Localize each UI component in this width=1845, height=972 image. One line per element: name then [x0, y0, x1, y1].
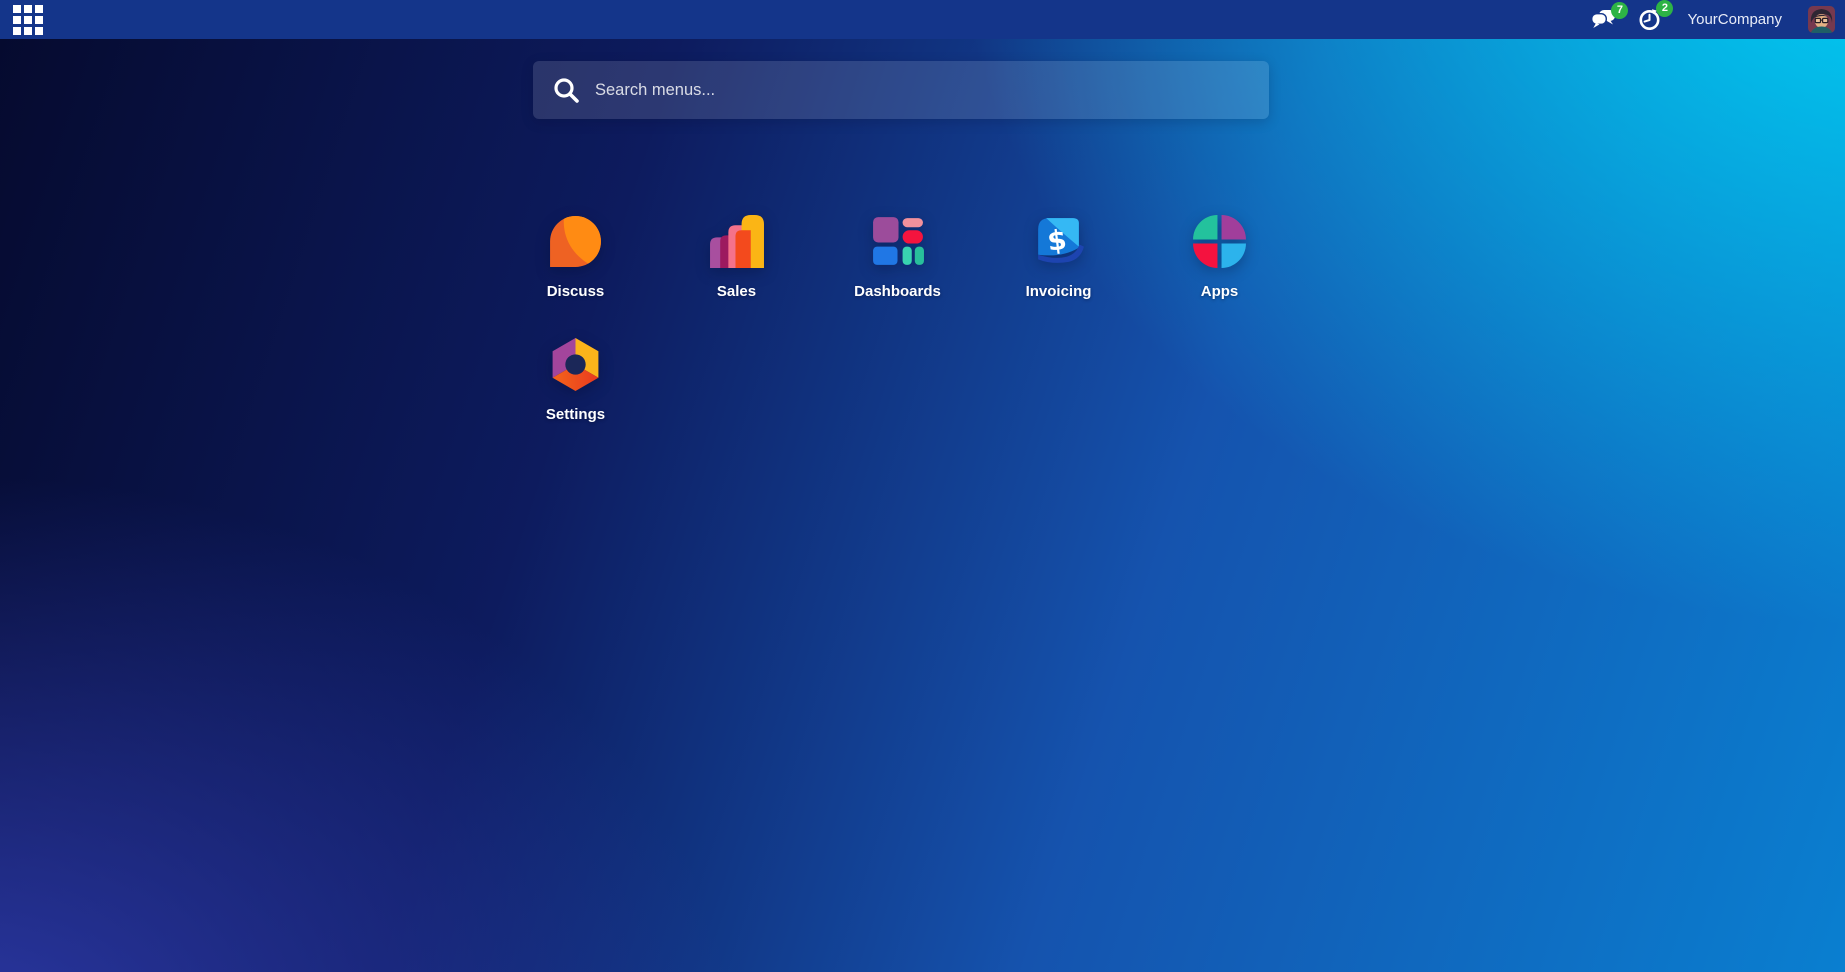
app-tile-invoicing[interactable]: $ Invoicing	[978, 213, 1139, 336]
apps-grid-icon	[13, 4, 43, 35]
search-menus-input[interactable]	[595, 80, 1249, 100]
settings-app-icon	[547, 336, 604, 393]
activities-count-badge: 2	[1656, 0, 1674, 17]
discuss-app-icon	[547, 213, 604, 270]
messages-button[interactable]: 7	[1591, 2, 1629, 29]
sales-app-icon	[708, 213, 765, 270]
user-avatar[interactable]	[1808, 6, 1835, 33]
messages-count-badge: 7	[1611, 2, 1629, 19]
apps-app-icon	[1191, 213, 1248, 270]
top-bar: 7 2 YourCompany	[0, 0, 1845, 39]
app-tile-dashboards[interactable]: Dashboards	[817, 213, 978, 336]
dashboards-app-icon	[869, 213, 926, 270]
dollar-glyph: $	[1046, 224, 1069, 258]
search-menus-bar	[533, 61, 1269, 119]
invoicing-app-icon: $	[1030, 213, 1087, 270]
company-menu[interactable]: YourCompany	[1683, 11, 1786, 28]
app-tile-settings[interactable]: Settings	[495, 336, 656, 459]
home-menu-background: { "topbar": { "company": "YourCompany", …	[0, 0, 1845, 972]
apps-menu-toggle-button[interactable]	[12, 4, 44, 36]
search-icon	[554, 77, 579, 103]
apps-grid: Discuss Sales Dashboards $ Invoicing App…	[495, 213, 1305, 459]
app-label: Dashboards	[854, 283, 941, 300]
app-label: Discuss	[546, 283, 605, 300]
app-label: Sales	[716, 283, 757, 300]
app-label: Apps	[1200, 283, 1239, 300]
app-label: Invoicing	[1025, 283, 1092, 300]
topbar-right-cluster: 7 2 YourCompany	[1591, 0, 1835, 39]
app-tile-discuss[interactable]: Discuss	[495, 213, 656, 336]
app-tile-sales[interactable]: Sales	[656, 213, 817, 336]
avatar-image	[1808, 6, 1835, 33]
activities-button[interactable]: 2	[1638, 0, 1674, 31]
app-label: Settings	[545, 406, 606, 423]
app-tile-apps[interactable]: Apps	[1139, 213, 1300, 336]
